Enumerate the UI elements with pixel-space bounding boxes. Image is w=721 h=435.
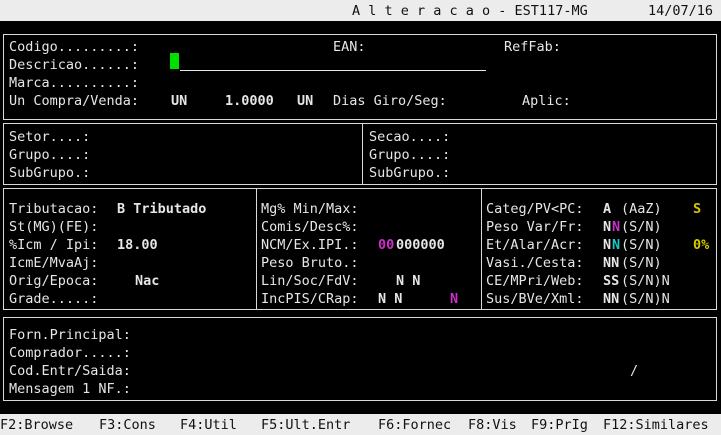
date-display: 14/07/16 (648, 3, 714, 19)
icm-value[interactable]: 18.00 (117, 236, 158, 254)
et-label: Et/Alar/Acr: (486, 237, 584, 253)
un-venda-value[interactable]: UN (297, 92, 313, 110)
comprador-label: Comprador.....: (9, 345, 131, 361)
subgrupo-label: SubGrupo.: (9, 165, 91, 181)
descricao-label: Descricao......: (9, 57, 140, 73)
orig-value[interactable]: Nac (135, 272, 159, 290)
forn-principal-label: Forn.Principal: (9, 327, 131, 343)
lin-label: Lin/Soc/FdV: (261, 273, 359, 289)
comis-label: Comis/Desc%: (261, 219, 359, 235)
incpis-label: IncPIS/CRap: (261, 291, 359, 307)
f4-util-key[interactable]: F4:Util (180, 416, 237, 434)
ce-hint: (S/N)N (621, 273, 670, 289)
classification-section (3, 123, 717, 185)
et-value-2[interactable]: N (612, 236, 620, 254)
sus-hint: (S/N)N (621, 291, 670, 307)
un-compra-value[interactable]: UN (171, 92, 187, 110)
peso-bruto-label: Peso Bruto.: (261, 255, 359, 271)
reffab-label: RefFab: (504, 39, 561, 55)
categ-label: Categ/PV<PC: (486, 201, 584, 217)
grupo-label: Grupo....: (9, 147, 91, 163)
vasi-label: Vasi./Cesta: (486, 255, 584, 271)
et-value-1[interactable]: N (603, 236, 611, 254)
ean-label: EAN: (333, 39, 366, 55)
f6-fornec-key[interactable]: F6:Fornec (378, 416, 451, 434)
fator-value[interactable]: 1.0000 (225, 92, 274, 110)
f12-similares-key[interactable]: F12:Similares (603, 416, 709, 434)
icme-label: IcmE/MvaAj: (9, 255, 99, 271)
marca-label: Marca..........: (9, 75, 140, 91)
cod-entr-slash: / (630, 363, 639, 379)
codigo-label: Codigo.........: (9, 39, 140, 55)
f8-vis-key[interactable]: F8:Vis (468, 416, 517, 434)
window-title: A l t e r a c a o - EST117-MG (352, 3, 588, 19)
st-label: St(MG)(FE): (9, 219, 99, 235)
peso-var-value-1[interactable]: N (603, 218, 611, 236)
icm-label: %Icm / Ipi: (9, 237, 99, 253)
crap-value[interactable]: N (450, 290, 458, 308)
vasi-hint: (S/N) (621, 255, 662, 271)
peso-var-label: Peso Var/Fr: (486, 219, 584, 235)
aplic-label: Aplic: (522, 93, 571, 109)
text-cursor (170, 53, 179, 69)
vasi-value[interactable]: NN (603, 254, 619, 272)
cod-entr-label: Cod.Entr/Saida: (9, 363, 131, 379)
ncm-label: NCM/Ex.IPI.: (261, 237, 359, 253)
sus-label: Sus/BVe/Xml: (486, 291, 584, 307)
peso-var-value-2[interactable]: N (612, 218, 620, 236)
categ-value[interactable]: A (603, 200, 611, 218)
dias-giro-label: Dias Giro/Seg: (333, 93, 447, 109)
ce-value[interactable]: SS (603, 272, 619, 290)
uncompra-label: Un Compra/Venda: (9, 93, 140, 109)
grupo2-label: Grupo....: (369, 147, 451, 163)
et-hint: (S/N) (621, 237, 662, 253)
grade-label: Grade.....: (9, 291, 99, 307)
mensagem-label: Mensagem 1 NF.: (9, 381, 131, 397)
categ-hint: (AaZ) (621, 201, 662, 217)
peso-var-hint: (S/N) (621, 219, 662, 235)
setor-label: Setor....: (9, 129, 91, 145)
f3-cons-key[interactable]: F3:Cons (99, 416, 156, 434)
ce-label: CE/MPri/Web: (486, 273, 584, 289)
secao-label: Secao....: (369, 129, 451, 145)
mg-label: Mg% Min/Max: (261, 201, 359, 217)
classification-divider (362, 123, 363, 185)
subgrupo2-label: SubGrupo.: (369, 165, 451, 181)
ncm-prefix[interactable]: 00 (378, 236, 394, 254)
sus-value[interactable]: NN (603, 290, 619, 308)
descricao-input[interactable] (180, 70, 486, 71)
f5-ult-entr-key[interactable]: F5:Ult.Entr (261, 416, 350, 434)
fiscal-divider-1 (256, 188, 257, 310)
orig-label: Orig/Epoca: (9, 273, 99, 289)
ncm-value[interactable]: 000000 (396, 236, 445, 254)
f2-browse-key[interactable]: F2:Browse (0, 416, 73, 434)
fiscal-divider-2 (481, 188, 482, 310)
f9-prig-key[interactable]: F9:PrIg (531, 416, 588, 434)
categ-extra[interactable]: S (693, 200, 701, 218)
lin-value[interactable]: N N (396, 272, 420, 290)
et-percent[interactable]: 0% (693, 236, 709, 254)
tributacao-label: Tributacao: (9, 201, 99, 217)
tributacao-value[interactable]: B Tributado (117, 200, 206, 218)
incpis-value[interactable]: N N (378, 290, 402, 308)
